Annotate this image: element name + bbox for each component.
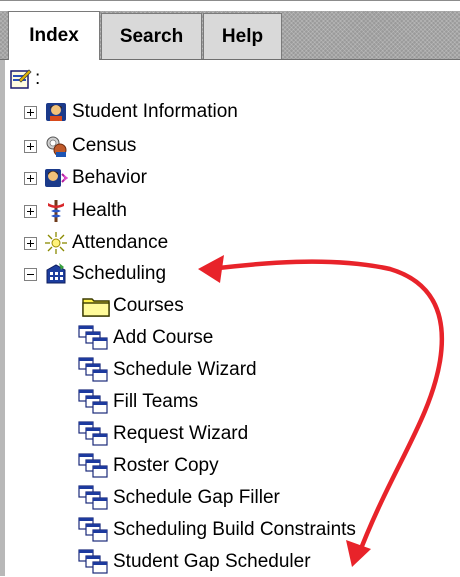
tree-item-census[interactable]: Census bbox=[24, 131, 136, 161]
window-stack-icon bbox=[78, 549, 108, 574]
window-stack-icon bbox=[78, 517, 108, 542]
census-icon bbox=[46, 136, 67, 157]
tree-item-attendance[interactable]: Attendance bbox=[24, 228, 168, 258]
expand-toggle[interactable] bbox=[24, 171, 37, 185]
expand-toggle[interactable] bbox=[24, 204, 37, 218]
tree-item-label: Health bbox=[72, 200, 127, 221]
tree-item-student-information[interactable]: Student Information bbox=[24, 97, 238, 127]
tree-item-label: Student Information bbox=[72, 101, 238, 122]
tree-item-scheduling[interactable]: Scheduling bbox=[24, 259, 166, 289]
tree-item-health[interactable]: Health bbox=[24, 196, 127, 226]
health-icon bbox=[48, 200, 64, 222]
tree-item-label: Request Wizard bbox=[113, 423, 249, 444]
tab-search[interactable]: Search bbox=[101, 13, 202, 59]
window-stack-icon bbox=[78, 357, 108, 382]
tree-item-schedule-gap-filler[interactable]: Schedule Gap Filler bbox=[78, 483, 280, 513]
window-stack-icon bbox=[78, 453, 108, 478]
tree-item-schedule-wizard[interactable]: Schedule Wizard bbox=[78, 355, 257, 385]
tree-item-label: Scheduling bbox=[72, 263, 167, 284]
panel-left-border bbox=[0, 60, 5, 576]
tree-root[interactable]: : bbox=[10, 65, 40, 93]
tree-item-label: Behavior bbox=[72, 167, 147, 188]
folder-icon bbox=[82, 298, 110, 317]
tree-item-label: Schedule Wizard bbox=[113, 359, 257, 380]
tree-item-label: Attendance bbox=[72, 232, 169, 253]
navigation-panel: Index Search Help : Student Information bbox=[0, 0, 460, 577]
tab-help[interactable]: Help bbox=[203, 13, 282, 59]
attendance-icon bbox=[45, 232, 67, 254]
expand-toggle[interactable] bbox=[24, 105, 37, 119]
tree-item-scheduling-build-constraints[interactable]: Scheduling Build Constraints bbox=[78, 515, 356, 545]
tab-index[interactable]: Index bbox=[8, 11, 100, 60]
expand-toggle[interactable] bbox=[24, 236, 37, 250]
student-information-icon bbox=[46, 103, 66, 121]
checklist-icon bbox=[10, 69, 32, 89]
collapse-toggle[interactable] bbox=[24, 267, 37, 281]
window-stack-icon bbox=[78, 325, 108, 350]
expand-toggle[interactable] bbox=[24, 139, 37, 153]
window-stack-icon bbox=[78, 389, 108, 414]
tree-item-label: Scheduling Build Constraints bbox=[113, 519, 356, 540]
tree-item-label: Courses bbox=[113, 295, 184, 316]
scheduling-icon bbox=[46, 263, 66, 284]
tree-item-label: Census bbox=[72, 135, 137, 156]
tree-item-courses[interactable]: Courses bbox=[82, 291, 184, 321]
tree-item-label: Add Course bbox=[113, 327, 214, 348]
tree-item-label: Fill Teams bbox=[113, 391, 199, 412]
tree-item-label: Schedule Gap Filler bbox=[113, 487, 280, 508]
tree-item-student-gap-scheduler[interactable]: Student Gap Scheduler bbox=[78, 547, 311, 577]
tree-item-add-course[interactable]: Add Course bbox=[78, 323, 213, 353]
tree-item-roster-copy[interactable]: Roster Copy bbox=[78, 451, 219, 481]
tree-item-label: Roster Copy bbox=[113, 455, 219, 476]
tree-item-request-wizard[interactable]: Request Wizard bbox=[78, 419, 248, 449]
window-stack-icon bbox=[78, 421, 108, 446]
tree-item-label: Student Gap Scheduler bbox=[113, 551, 311, 572]
behavior-icon bbox=[45, 169, 68, 187]
arrowhead-top bbox=[198, 255, 224, 283]
tree-item-behavior[interactable]: Behavior bbox=[24, 163, 147, 193]
tree-item-fill-teams[interactable]: Fill Teams bbox=[78, 387, 198, 417]
tree-root-label: : bbox=[35, 68, 41, 89]
window-stack-icon bbox=[78, 485, 108, 510]
